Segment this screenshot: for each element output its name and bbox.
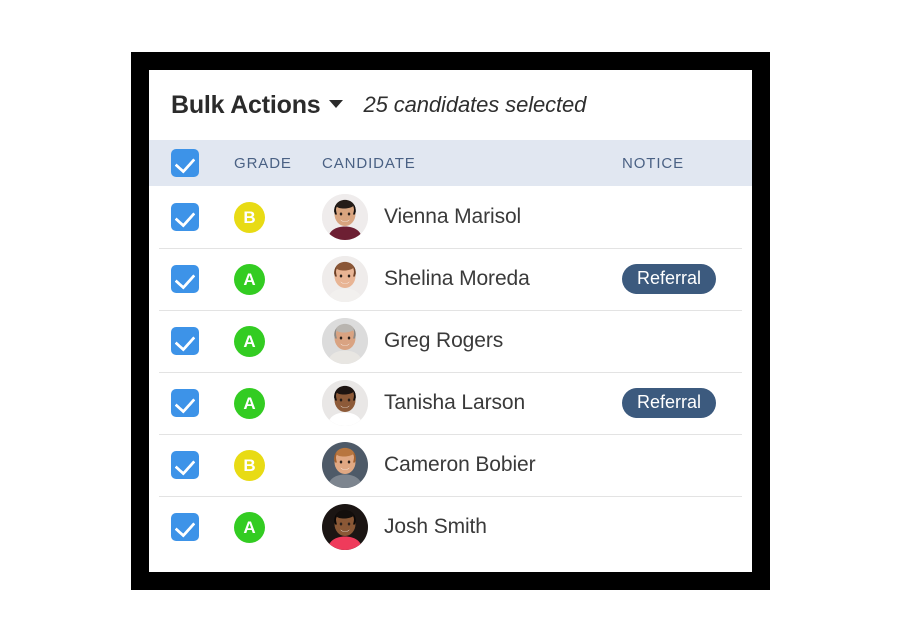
chevron-down-icon	[329, 99, 344, 108]
column-header-notice[interactable]: NOTICE	[622, 155, 684, 172]
candidate-cell: Tanisha Larson	[322, 380, 622, 426]
select-all-cell	[171, 149, 234, 177]
grade-cell: A	[234, 325, 322, 357]
candidate-list-panel: Bulk Actions 25 candidates selected GRAD…	[149, 70, 752, 572]
notice-cell: Referral	[622, 388, 752, 418]
bulk-actions-dropdown[interactable]: Bulk Actions	[171, 90, 344, 120]
grade-badge: A	[234, 511, 265, 543]
toolbar: Bulk Actions 25 candidates selected	[149, 70, 752, 140]
table-row[interactable]: B Cameron Bobier	[149, 434, 752, 496]
grade-cell: A	[234, 387, 322, 419]
notice-cell: Referral	[622, 264, 752, 294]
selection-status: 25 candidates selected	[363, 92, 587, 117]
candidate-cell: Josh Smith	[322, 504, 622, 550]
avatar	[322, 380, 368, 426]
grade-badge: A	[234, 387, 265, 419]
candidate-name[interactable]: Tanisha Larson	[384, 391, 525, 415]
column-header-notice-cell: NOTICE	[622, 155, 752, 172]
candidate-name[interactable]: Greg Rogers	[384, 329, 503, 353]
avatar	[322, 256, 368, 302]
row-checkbox[interactable]	[171, 451, 199, 479]
grade-badge: B	[234, 201, 265, 233]
grade-cell: B	[234, 449, 322, 481]
row-select-cell	[171, 451, 234, 479]
column-header-candidate-cell: CANDIDATE	[322, 155, 622, 172]
avatar	[322, 442, 368, 488]
bulk-actions-label: Bulk Actions	[171, 90, 321, 119]
table-header-row: GRADE CANDIDATE NOTICE	[149, 140, 752, 186]
table-row[interactable]: A Josh Smith	[149, 496, 752, 558]
table-row[interactable]: B Vienna Marisol	[149, 186, 752, 248]
candidate-name[interactable]: Shelina Moreda	[384, 267, 530, 291]
row-select-cell	[171, 389, 234, 417]
candidate-cell: Vienna Marisol	[322, 194, 622, 240]
row-checkbox[interactable]	[171, 389, 199, 417]
column-header-grade[interactable]: GRADE	[234, 155, 292, 172]
notice-badge[interactable]: Referral	[622, 264, 717, 294]
row-select-cell	[171, 203, 234, 231]
column-header-candidate[interactable]: CANDIDATE	[322, 155, 416, 172]
candidate-name[interactable]: Josh Smith	[384, 515, 487, 539]
notice-badge[interactable]: Referral	[622, 388, 717, 418]
device-frame: Bulk Actions 25 candidates selected GRAD…	[131, 52, 770, 590]
row-select-cell	[171, 327, 234, 355]
grade-badge: A	[234, 325, 265, 357]
candidate-name[interactable]: Vienna Marisol	[384, 205, 521, 229]
grade-badge: A	[234, 263, 265, 295]
column-header-grade-cell: GRADE	[234, 155, 322, 172]
row-checkbox[interactable]	[171, 327, 199, 355]
candidate-cell: Greg Rogers	[322, 318, 622, 364]
avatar	[322, 194, 368, 240]
row-checkbox[interactable]	[171, 513, 199, 541]
table-row[interactable]: A Tanisha Larson Referral	[149, 372, 752, 434]
row-checkbox[interactable]	[171, 203, 199, 231]
table-body: B Vienna Marisol A Shelina Moreda Referral A G…	[149, 186, 752, 558]
grade-badge: B	[234, 449, 265, 481]
grade-cell: B	[234, 201, 322, 233]
table-row[interactable]: A Shelina Moreda Referral	[149, 248, 752, 310]
grade-cell: A	[234, 263, 322, 295]
avatar	[322, 318, 368, 364]
row-select-cell	[171, 513, 234, 541]
avatar	[322, 504, 368, 550]
row-checkbox[interactable]	[171, 265, 199, 293]
row-select-cell	[171, 265, 234, 293]
grade-cell: A	[234, 511, 322, 543]
candidate-cell: Shelina Moreda	[322, 256, 622, 302]
table-row[interactable]: A Greg Rogers	[149, 310, 752, 372]
candidate-cell: Cameron Bobier	[322, 442, 622, 488]
select-all-checkbox[interactable]	[171, 149, 199, 177]
candidates-table: GRADE CANDIDATE NOTICE B Vienna Marisol A S…	[149, 140, 752, 558]
candidate-name[interactable]: Cameron Bobier	[384, 453, 536, 477]
